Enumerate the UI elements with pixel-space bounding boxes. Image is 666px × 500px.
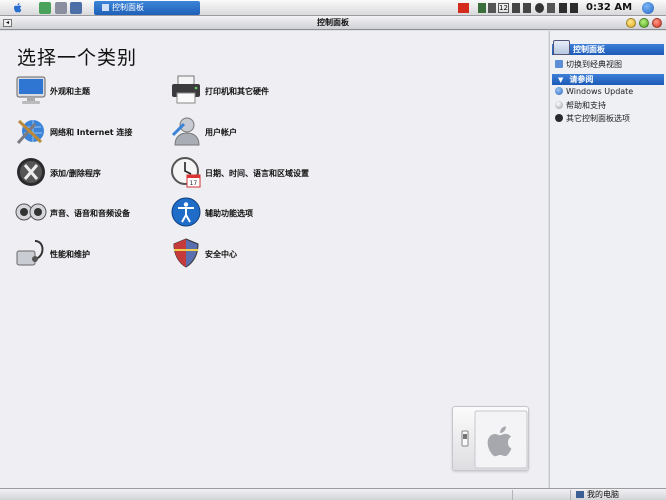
sync-tray-icon[interactable] (535, 3, 544, 13)
category-security-center[interactable]: 安全中心 (170, 237, 340, 269)
top-taskbar: 控制面板 12 0:32 AM (0, 0, 666, 16)
control-panel-icon (553, 40, 570, 55)
status-my-computer: 我的电脑 (576, 489, 619, 500)
category-label: 日期、时间、语言和区域设置 (205, 169, 309, 178)
power-tray-icon[interactable] (559, 3, 567, 13)
category-label: 打印机和其它硬件 (205, 87, 269, 96)
stethoscope-icon (15, 237, 47, 269)
apple-switch-tile (452, 406, 529, 471)
folder-icon[interactable] (70, 2, 82, 14)
category-add-remove-programs[interactable]: 添加/删除程序 (15, 156, 185, 188)
category-label: 安全中心 (205, 250, 237, 259)
status-divider (512, 490, 513, 500)
category-date-time-language[interactable]: 17 日期、时间、语言和区域设置 (170, 156, 340, 188)
main-content: 选择一个类别 外观和主题 打印机和其它硬件 网络和 Internet 连接 用户… (0, 31, 548, 488)
category-network-internet[interactable]: 网络和 Internet 连接 (15, 115, 185, 147)
control-panel-mini-icon (102, 4, 109, 11)
chevron-down-icon: ▼ (558, 76, 564, 84)
apple-menu-icon[interactable] (12, 2, 24, 14)
display-tray-icon[interactable] (547, 3, 555, 13)
windows-update-icon (555, 87, 563, 95)
browser-icon[interactable] (55, 2, 67, 14)
category-performance-maintenance[interactable]: 性能和维护 (15, 237, 185, 269)
category-label: 用户帐户 (205, 128, 237, 137)
status-bar: 我的电脑 (0, 488, 666, 500)
network-tools-icon (15, 115, 47, 147)
category-sounds-audio[interactable]: 声音、语音和音频设备 (15, 196, 185, 228)
taskbar-control-panel-button[interactable]: 控制面板 (94, 1, 200, 15)
window-title: 控制面板 (317, 18, 349, 27)
switch-to-classic-view-link[interactable]: 切换到经典视图 (555, 59, 622, 70)
see-also-other-options[interactable]: 其它控制面板选项 (555, 113, 630, 124)
network-tray-icon[interactable] (478, 3, 486, 13)
accessibility-icon (170, 196, 202, 228)
tray-number-badge: 12 (498, 3, 509, 13)
maximize-button[interactable] (639, 18, 649, 28)
computer-icon (576, 491, 584, 498)
category-label: 网络和 Internet 连接 (50, 128, 133, 137)
add-remove-programs-icon (15, 156, 47, 188)
china-flag-icon[interactable] (458, 3, 469, 13)
status-divider (570, 490, 571, 500)
see-also-windows-update[interactable]: Windows Update (555, 87, 633, 96)
category-label: 声音、语音和音频设备 (50, 209, 130, 218)
help-icon (555, 101, 563, 109)
category-user-accounts[interactable]: 用户帐户 (170, 115, 340, 147)
sound-tray-icon[interactable] (570, 3, 578, 13)
monitor-icon (15, 74, 47, 106)
security-shield-icon (170, 237, 202, 269)
category-accessibility[interactable]: 辅助功能选项 (170, 196, 340, 228)
clock-calendar-icon: 17 (170, 156, 202, 188)
speakers-icon (15, 196, 47, 228)
svg-text:17: 17 (190, 180, 198, 187)
other-options-icon (555, 114, 563, 122)
see-also-help-support[interactable]: 帮助和支持 (555, 100, 606, 111)
bluetooth-tray-icon[interactable] (512, 3, 520, 13)
volume-tray-icon[interactable] (488, 3, 496, 13)
desktop-icon[interactable] (39, 2, 51, 14)
spotlight-search-icon[interactable] (642, 2, 654, 14)
category-label: 添加/删除程序 (50, 169, 101, 178)
category-appearance-themes[interactable]: 外观和主题 (15, 74, 185, 106)
user-accounts-icon (170, 115, 202, 147)
wifi-tray-icon[interactable] (523, 3, 531, 13)
printer-icon (170, 74, 202, 106)
minimize-button[interactable] (626, 18, 636, 28)
sidebar: 控制面板 切换到经典视图 ▼ 请参阅 Windows Update 帮助和支持 其… (549, 31, 666, 488)
switch-view-icon (555, 60, 563, 68)
clock[interactable]: 0:32 AM (586, 2, 632, 13)
category-printers-hardware[interactable]: 打印机和其它硬件 (170, 74, 340, 106)
category-label: 性能和维护 (50, 250, 90, 259)
category-label: 外观和主题 (50, 87, 90, 96)
close-button[interactable] (652, 18, 662, 28)
category-label: 辅助功能选项 (205, 209, 253, 218)
sidebar-see-also-header[interactable]: ▼ 请参阅 (552, 74, 664, 85)
page-title: 选择一个类别 (17, 47, 138, 69)
window-titlebar: ◂ 控制面板 (0, 16, 666, 30)
